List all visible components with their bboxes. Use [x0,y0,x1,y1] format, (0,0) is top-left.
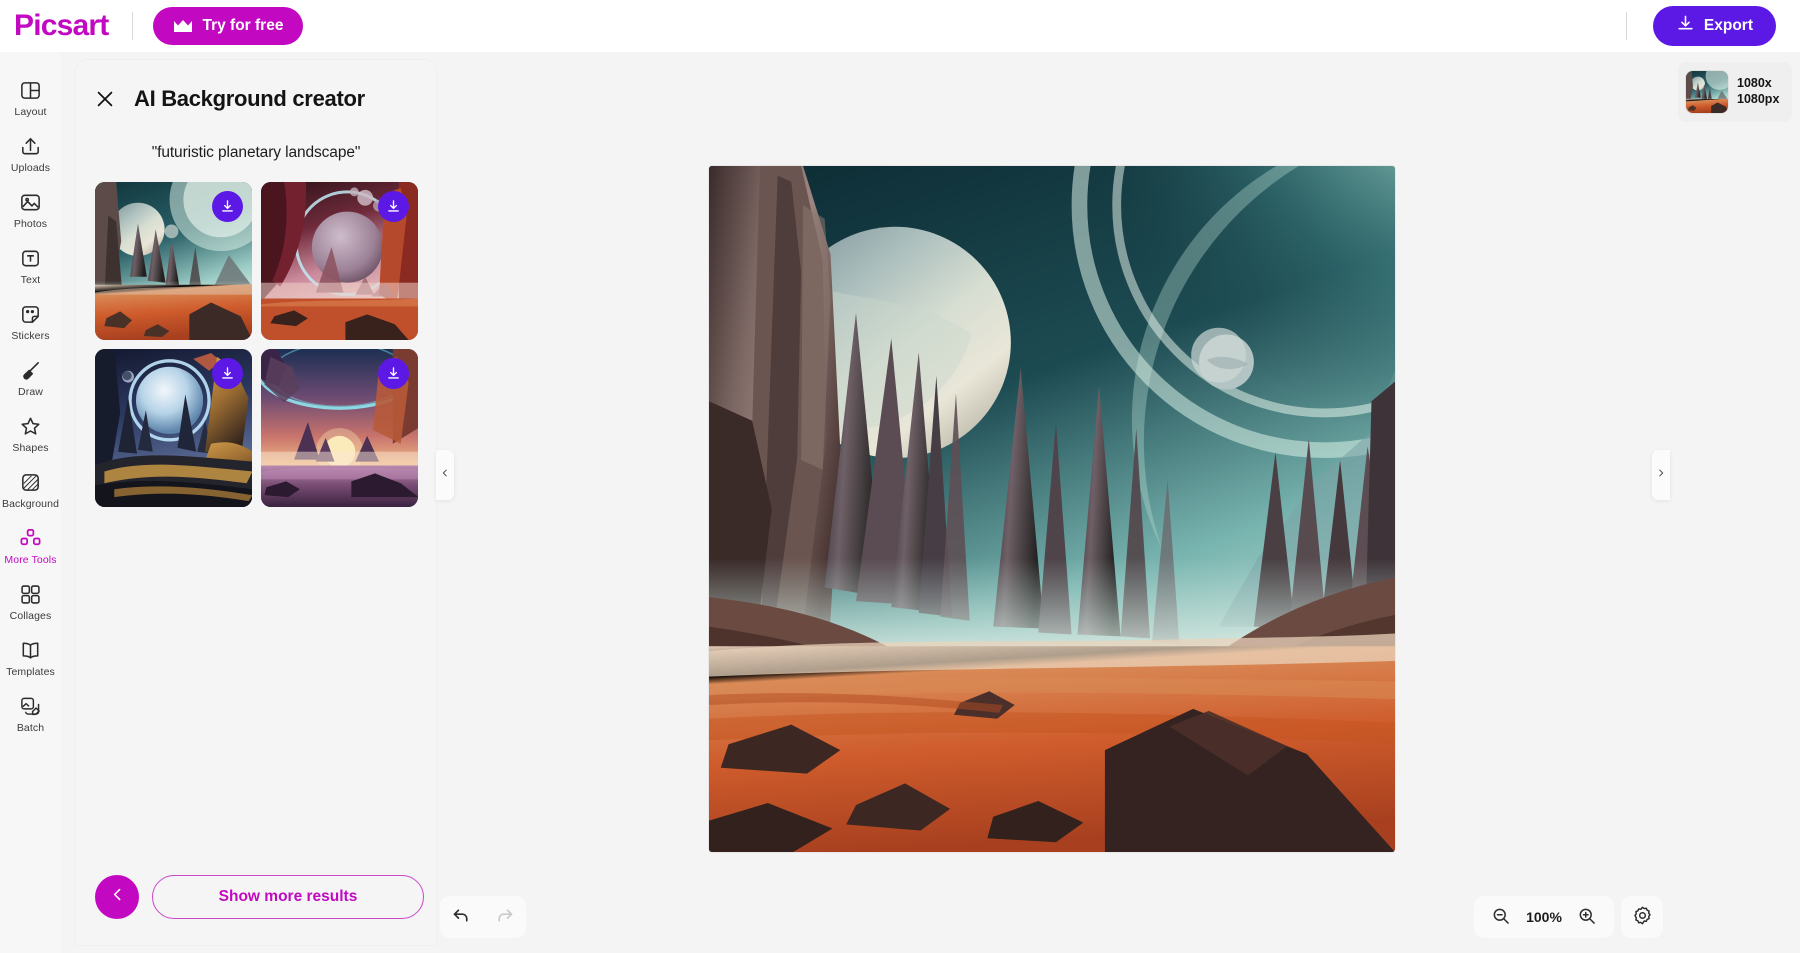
download-icon [1676,14,1695,38]
stickers-icon [19,302,42,326]
collages-icon [19,582,42,606]
brush-icon [19,358,42,382]
sidebar-label: Collages [9,610,52,622]
background-icon [19,470,42,494]
sidebar-item-templates[interactable]: Templates [2,632,60,686]
chevron-left-icon [440,466,450,485]
header-divider-right [1625,12,1627,40]
crown-icon [173,19,193,34]
download-result-button[interactable] [212,358,243,389]
sidebar-label: Uploads [10,162,51,174]
page-thumbnail [1686,71,1728,113]
sidebar-label: Text [20,274,41,286]
artboard[interactable] [709,166,1395,852]
page-thumbnail-image [1686,71,1728,113]
upload-icon [19,134,42,158]
prompt-text: "futuristic planetary landscape" [151,144,361,161]
sidebar-item-shapes[interactable]: Shapes [2,408,60,462]
try-for-free-button[interactable]: Try for free [153,7,304,45]
page-size-line2: 1080px [1737,92,1780,106]
brand-area: Picsart Try for free [0,7,304,45]
sidebar-item-more-tools[interactable]: More Tools [2,520,60,574]
text-icon [19,246,42,270]
templates-icon [19,638,42,662]
layout-icon [19,78,42,102]
download-result-button[interactable] [378,191,409,222]
sidebar-item-draw[interactable]: Draw [2,352,60,406]
top-bar: Picsart Try for free Export [0,0,1800,52]
sidebar-label: Background [1,498,60,510]
zoom-level-label: 100% [1526,909,1562,925]
export-label: Export [1703,17,1753,34]
download-result-button[interactable] [378,358,409,389]
sidebar-label: Layout [14,106,47,118]
batch-icon [19,694,42,718]
undo-icon [451,905,472,929]
star-icon [19,414,42,438]
gear-icon [1632,905,1653,929]
zoom-in-icon [1577,906,1597,929]
page-size-line1: 1080x [1737,76,1772,91]
header-divider [132,12,134,40]
sidebar-label: Photos [13,218,48,230]
redo-button[interactable] [488,900,522,934]
ai-background-panel: AI Background creator "futuristic planet… [76,60,436,945]
try-for-free-label: Try for free [202,17,284,34]
zoom-controls: 100% [1474,896,1614,938]
sidebar-label: More Tools [4,554,57,566]
panel-title: AI Background creator [134,86,365,111]
photos-icon [19,190,42,214]
sidebar-item-batch[interactable]: Batch [2,688,60,742]
history-controls [440,896,526,938]
left-tool-rail: Layout Uploads Photos Text Stickers Draw… [0,52,61,953]
result-thumbnail[interactable] [95,349,252,507]
result-thumbnail[interactable] [261,182,418,340]
show-more-results-button[interactable]: Show more results [152,875,424,919]
chevron-right-icon [1656,466,1666,485]
page-item[interactable]: 1080x 1080px [1678,62,1792,122]
zoom-out-button[interactable] [1484,900,1518,934]
zoom-in-button[interactable] [1570,900,1604,934]
canvas-settings-button[interactable] [1621,896,1663,938]
picsart-editor: Picsart Try for free Export Layout Uploa… [0,0,1800,953]
result-thumbnail[interactable] [261,349,418,507]
sidebar-label: Stickers [11,330,50,342]
sidebar-item-background[interactable]: Background [2,464,60,518]
sidebar-item-uploads[interactable]: Uploads [2,128,60,182]
chevron-left-icon [109,886,126,908]
undo-button[interactable] [445,900,479,934]
pages-panel: 1080x 1080px [1670,52,1800,953]
back-button[interactable] [95,875,139,919]
canvas-image [709,166,1395,852]
sidebar-label: Draw [18,386,43,398]
sidebar-item-text[interactable]: Text [2,240,60,294]
sidebar-item-photos[interactable]: Photos [2,184,60,238]
collapse-right-panel-button[interactable] [1652,450,1670,500]
sidebar-label: Templates [6,666,55,678]
sidebar-label: Batch [16,722,45,734]
top-bar-right: Export [1625,6,1800,46]
results-grid [76,162,436,507]
export-button[interactable]: Export [1652,6,1776,46]
sidebar-label: Shapes [12,442,49,454]
panel-header: AI Background creator [76,60,436,112]
panel-footer: Show more results [76,849,436,945]
download-result-button[interactable] [212,191,243,222]
more-tools-icon [19,526,42,550]
sidebar-item-layout[interactable]: Layout [2,72,60,126]
page-size-label: 1080x 1080px [1737,76,1779,107]
result-thumbnail[interactable] [95,182,252,340]
collapse-left-panel-button[interactable] [436,450,454,500]
close-icon[interactable] [94,88,116,110]
zoom-out-icon [1491,906,1511,929]
redo-icon [494,905,515,929]
picsart-logo[interactable]: Picsart [14,11,109,41]
sidebar-item-collages[interactable]: Collages [2,576,60,630]
sidebar-item-stickers[interactable]: Stickers [2,296,60,350]
